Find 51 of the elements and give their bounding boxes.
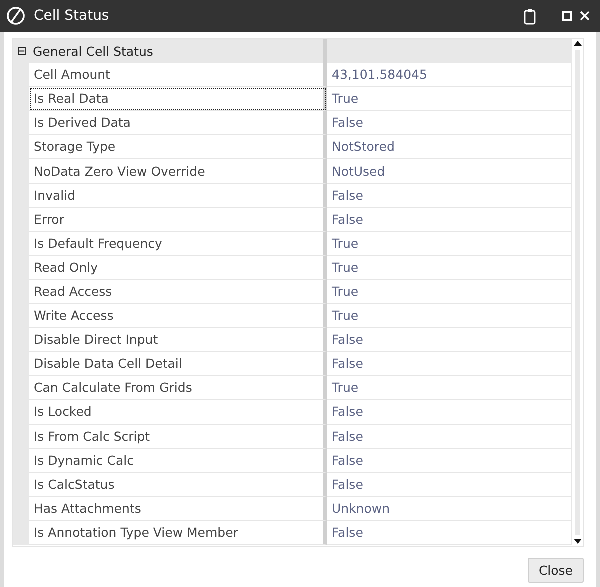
property-value: True	[327, 280, 572, 304]
property-name[interactable]: NoData Zero View Override	[29, 159, 327, 184]
scroll-down-icon[interactable]	[574, 539, 582, 544]
property-value: False	[327, 328, 572, 352]
property-name[interactable]: Error	[29, 208, 327, 232]
window-title: Cell Status	[34, 8, 110, 24]
property-name[interactable]: Cell Amount	[29, 63, 327, 88]
scroll-up-icon[interactable]	[574, 41, 582, 46]
property-name[interactable]: Read Access	[29, 280, 327, 304]
clipboard-icon[interactable]	[524, 8, 536, 24]
property-name[interactable]: Disable Direct Input	[29, 328, 327, 352]
property-name[interactable]: Is From Calc Script	[29, 424, 327, 449]
property-value: NotStored	[327, 135, 572, 160]
property-value: Unknown	[327, 496, 572, 521]
property-value: True	[327, 304, 572, 328]
collapse-toggle[interactable]: ⊟	[17, 45, 27, 58]
property-value: True	[327, 87, 572, 112]
property-value: False	[327, 111, 572, 136]
property-value: False	[327, 448, 572, 473]
property-name[interactable]: Is Locked	[29, 400, 327, 424]
property-name[interactable]: Has Attachments	[29, 496, 327, 521]
property-name[interactable]: Read Only	[29, 256, 327, 280]
property-name[interactable]: Is CalcStatus	[29, 472, 327, 497]
close-button[interactable]: Close	[528, 558, 584, 583]
app-logo-icon	[6, 6, 26, 26]
property-value: 43,101.584045	[327, 63, 572, 88]
scroll-bar[interactable]	[572, 39, 583, 546]
maximize-icon[interactable]	[562, 11, 572, 21]
property-value: False	[327, 520, 572, 545]
property-value: True	[327, 376, 572, 400]
property-value: False	[327, 472, 572, 497]
property-value: True	[327, 232, 572, 256]
property-value: False	[327, 184, 572, 208]
property-name[interactable]: Is Real Data	[29, 87, 327, 112]
property-name[interactable]: Is Derived Data	[29, 111, 327, 136]
property-value: NotUsed	[327, 159, 572, 184]
property-name[interactable]: Storage Type	[29, 135, 327, 160]
property-name[interactable]: Can Calculate From Grids	[29, 376, 327, 400]
property-name[interactable]: Is Dynamic Calc	[29, 448, 327, 473]
close-icon[interactable]	[580, 11, 590, 21]
property-value: False	[327, 424, 572, 449]
property-value: False	[327, 208, 572, 232]
property-name[interactable]: Is Default Frequency	[29, 232, 327, 256]
property-value: False	[327, 400, 572, 424]
category-label: General Cell Status	[33, 44, 154, 59]
property-value: False	[327, 352, 572, 376]
property-name[interactable]: Write Access	[29, 304, 327, 328]
property-value: True	[327, 256, 572, 280]
property-name[interactable]: Invalid	[29, 184, 327, 208]
property-name[interactable]: Is Annotation Type View Member	[29, 520, 327, 545]
property-name[interactable]: Disable Data Cell Detail	[29, 352, 327, 376]
